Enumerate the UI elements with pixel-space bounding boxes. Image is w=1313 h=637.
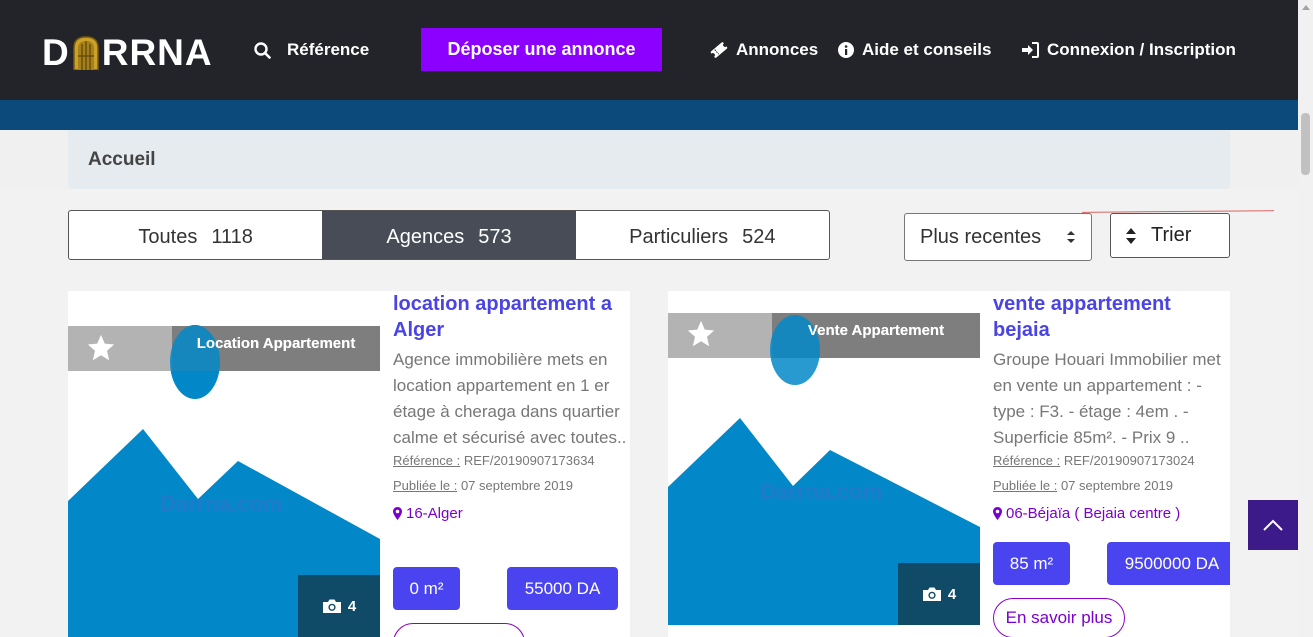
search-icon [254,41,271,59]
listing-reference: Référence : REF/20190907173024 [993,453,1230,468]
listing-card[interactable]: Vente Appartement Vente Appartement Darr… [668,291,1230,637]
category-badge-text: Location Appartement [196,335,356,352]
photo-count: 4 [347,597,357,615]
sort-order-select[interactable]: Plus recentes [904,213,1092,261]
nav-annonces-link[interactable]: Annonces [710,38,818,62]
area-badge: 0 m² [393,567,460,610]
reference-label: Référence : [993,453,1061,468]
camera-icon [922,587,941,601]
more-info-button[interactable]: En savoir plus [993,598,1125,637]
listing-details: location appartement a Alger Agence immo… [393,291,630,522]
listing-card[interactable]: Location Appartement Location Appartemen… [68,291,630,637]
nav-reference-link[interactable]: Référence [254,38,369,62]
back-to-top-button[interactable] [1248,500,1298,550]
tab-particuliers[interactable]: Particuliers 524 [576,211,829,259]
watermark-text: Darrna.com [160,491,283,516]
watermark-text: Darrna.com [760,479,883,504]
breadcrumb-home[interactable]: Accueil [88,149,156,170]
tab-label: Particuliers [629,226,729,248]
info-circle-icon [838,42,854,58]
reference-value: REF/20190907173634 [463,453,595,468]
nav-reference-label: Référence [287,40,370,59]
ticket-icon [710,42,728,58]
published-label: Publiée le : [393,478,458,493]
logo-door-icon [72,36,100,71]
listing-description: Agence immobilière mets en location appa… [393,350,627,447]
nav-aide-link[interactable]: Aide et conseils [838,38,991,62]
listing-published: Publiée le : 07 septembre 2019 [993,478,1230,493]
price-badge: 55000 DA [507,567,618,610]
tab-count: 524 [742,226,776,248]
scroll-up-arrow-icon[interactable] [1302,5,1310,10]
tab-count: 1118 [211,226,253,248]
site-logo[interactable]: D RRNA [42,32,213,73]
tab-toutes[interactable]: Toutes 1118 [69,211,322,259]
breadcrumb: Accueil [68,130,1230,189]
sort-button-label: Trier [1151,224,1192,246]
photo-count-badge[interactable]: 4 [898,563,980,625]
photo-count-badge[interactable]: 4 [298,575,380,637]
photo-count: 4 [947,585,957,603]
map-marker-icon [993,507,1002,520]
listing-description: Groupe Houari Immobilier met en vente un… [993,350,1221,447]
listing-reference: Référence : REF/20190907173634 [393,453,630,468]
nav-annonces-label: Annonces [736,40,819,59]
page-scrollbar[interactable] [1298,0,1313,637]
deposit-ad-button[interactable]: Déposer une annonce [421,28,662,71]
listing-location: 06-Béjaïa ( Bejaia centre ) [993,505,1230,522]
listing-title[interactable]: vente appartement bejaia [993,291,1230,343]
location-text: 16-Alger [406,505,463,522]
nav-aide-label: Aide et conseils [862,40,992,59]
sign-in-icon [1022,42,1039,58]
tab-count: 573 [478,226,512,248]
sort-selected-value: Plus recentes [920,225,1042,248]
map-marker-icon [393,507,402,520]
listing-image[interactable]: Vente Appartement Vente Appartement Darr… [668,291,980,637]
area-badge: 85 m² [993,542,1070,585]
listing-type-tabs: Toutes 1118 Agences 573 Particuliers 524 [68,210,830,260]
category-badge-text: Vente Appartement [807,322,945,339]
tab-label: Toutes [138,226,198,248]
tab-agences[interactable]: Agences 573 [322,211,576,259]
logo-text-right: RRNA [101,32,213,73]
listing-details: vente appartement bejaia Groupe Houari I… [993,291,1230,522]
listing-title[interactable]: location appartement a Alger [393,291,630,343]
listing-image[interactable]: Location Appartement Location Appartemen… [68,291,380,637]
camera-icon [322,599,341,613]
scrollbar-thumb[interactable] [1301,113,1310,175]
sort-icon [1126,227,1136,244]
location-text: 06-Béjaïa ( Bejaia centre ) [1006,505,1181,522]
nav-connexion-link[interactable]: Connexion / Inscription [1021,38,1236,62]
chevron-up-icon [1263,519,1283,531]
reference-value: REF/20190907173024 [1063,453,1195,468]
listing-published: Publiée le : 07 septembre 2019 [393,478,630,493]
published-label: Publiée le : [993,478,1058,493]
nav-connexion-label: Connexion / Inscription [1047,40,1236,59]
tab-label: Agences [386,226,465,248]
published-value: 07 septembre 2019 [1060,478,1173,493]
select-arrows-icon [1067,231,1075,243]
listing-location: 16-Alger [393,505,630,522]
price-badge: 9500000 DA [1107,542,1230,585]
logo-text-left: D [42,32,70,73]
more-info-button[interactable] [393,623,525,637]
sort-button[interactable]: Trier [1110,213,1230,258]
navbar-accent-strip [0,100,1298,130]
reference-label: Référence : [393,453,461,468]
published-value: 07 septembre 2019 [460,478,573,493]
